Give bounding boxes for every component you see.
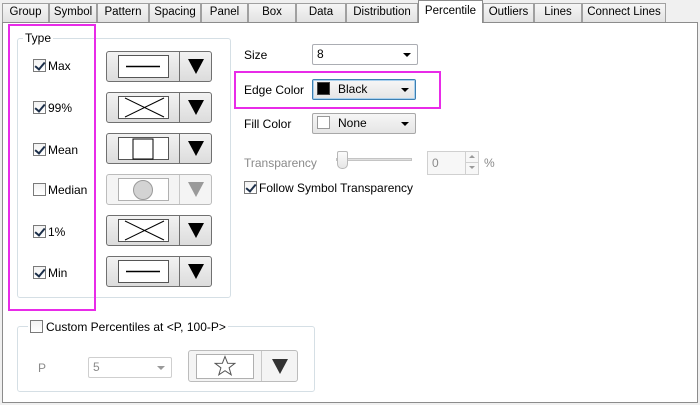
min-label: Min (48, 266, 68, 280)
tab-distribution[interactable]: Distribution (346, 3, 418, 22)
dropdown-arrow-icon (262, 351, 297, 381)
chevron-down-icon (157, 366, 165, 370)
median-checkbox[interactable] (33, 183, 46, 196)
median-symbol-button[interactable] (106, 174, 212, 205)
mean-label: Mean (48, 143, 79, 157)
chevron-down-icon (403, 53, 411, 57)
min-symbol-preview (107, 257, 179, 286)
p-combo[interactable]: 5 (88, 357, 172, 378)
tab-symbol[interactable]: Symbol (49, 3, 97, 22)
size-value: 8 (317, 47, 324, 61)
tab-box[interactable]: Box (248, 3, 296, 22)
max-symbol-button[interactable] (106, 51, 212, 82)
min-checkbox[interactable] (33, 266, 46, 279)
dropdown-arrow-icon (180, 52, 211, 81)
custom-percentile-symbol-preview (189, 351, 261, 381)
median-label: Median (48, 183, 88, 197)
p-value: 5 (93, 360, 100, 374)
transparency-slider-thumb[interactable] (337, 151, 348, 169)
dropdown-arrow-icon (180, 175, 211, 204)
1-percent-symbol-preview (107, 216, 179, 245)
size-label: Size (244, 48, 268, 62)
horizontal-line-icon (117, 260, 169, 283)
tab-bar: Group Symbol Pattern Spacing Panel Box D… (0, 0, 700, 23)
mean-symbol-preview (107, 134, 179, 163)
spin-up-icon[interactable] (465, 152, 478, 163)
max-label: Max (48, 59, 71, 73)
max-checkbox[interactable] (33, 59, 46, 72)
transparency-unit: % (484, 156, 495, 170)
edge-color-combo[interactable]: Black (312, 79, 416, 100)
x-cross-icon (117, 96, 169, 119)
tab-outliers[interactable]: Outliers (483, 3, 534, 22)
size-combo[interactable]: 8 (312, 44, 418, 65)
99-percent-symbol-button[interactable] (106, 92, 212, 123)
tab-percentile[interactable]: Percentile (418, 0, 483, 23)
custom-percentiles-label: Custom Percentiles at <P, 100-P> (46, 320, 226, 334)
fill-color-value: None (338, 116, 367, 130)
tab-lines[interactable]: Lines (534, 3, 582, 22)
circle-icon (117, 178, 169, 201)
follow-symbol-transparency-label: Follow Symbol Transparency (259, 181, 414, 195)
custom-percentile-symbol-button[interactable] (188, 350, 298, 382)
mean-symbol-button[interactable] (106, 133, 212, 164)
1-percent-symbol-button[interactable] (106, 215, 212, 246)
follow-symbol-transparency-checkbox[interactable] (244, 181, 257, 194)
transparency-label: Transparency (244, 156, 317, 170)
custom-percentiles-checkbox[interactable] (30, 320, 43, 333)
fill-color-combo[interactable]: None (312, 113, 416, 134)
dropdown-arrow-icon (180, 257, 211, 286)
transparency-spinbox[interactable]: 0 (427, 151, 479, 175)
1-percent-label: 1% (48, 225, 66, 239)
99-percent-symbol-preview (107, 93, 179, 122)
transparency-value: 0 (432, 156, 439, 170)
star-icon (196, 353, 254, 379)
edge-color-label: Edge Color (244, 83, 305, 97)
chevron-down-icon (401, 88, 409, 92)
median-symbol-preview (107, 175, 179, 204)
chevron-down-icon (401, 122, 409, 126)
tab-panel[interactable]: Panel (201, 3, 248, 22)
tab-pattern[interactable]: Pattern (97, 3, 149, 22)
min-symbol-button[interactable] (106, 256, 212, 287)
1-percent-checkbox[interactable] (33, 225, 46, 238)
spin-down-icon[interactable] (465, 163, 478, 174)
tab-group[interactable]: Group (2, 3, 49, 22)
tab-spacing[interactable]: Spacing (149, 3, 201, 22)
square-icon (117, 137, 169, 160)
tab-data[interactable]: Data (296, 3, 346, 22)
x-cross-icon (117, 219, 169, 242)
color-swatch-icon (317, 116, 330, 129)
99-percent-label: 99% (48, 101, 73, 115)
mean-checkbox[interactable] (33, 143, 46, 156)
dropdown-arrow-icon (180, 216, 211, 245)
max-symbol-preview (107, 52, 179, 81)
tab-connect-lines[interactable]: Connect Lines (582, 3, 666, 22)
p-label: P (38, 361, 47, 375)
dropdown-arrow-icon (180, 134, 211, 163)
99-percent-checkbox[interactable] (33, 101, 46, 114)
color-swatch-icon (317, 82, 330, 95)
type-group-title: Type (23, 31, 54, 45)
horizontal-line-icon (117, 55, 169, 78)
dropdown-arrow-icon (180, 93, 211, 122)
fill-color-label: Fill Color (244, 117, 292, 131)
edge-color-value: Black (338, 82, 368, 96)
